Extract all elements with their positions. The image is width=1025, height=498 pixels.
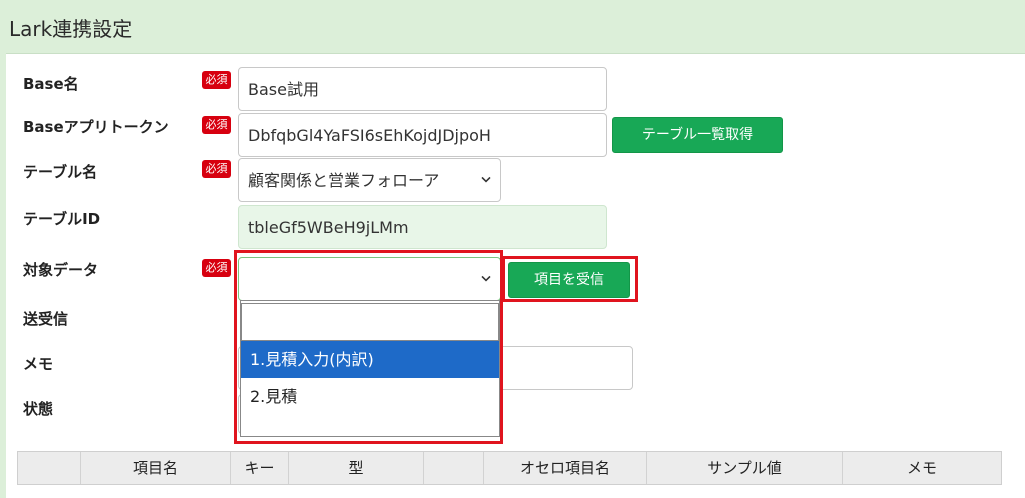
base-name-label: Base名 bbox=[23, 75, 79, 93]
table-id-label: テーブルID bbox=[23, 210, 101, 228]
table-name-label: テーブル名 bbox=[23, 163, 98, 181]
target-data-label: 対象データ bbox=[23, 261, 99, 279]
required-badge: 必須 bbox=[202, 116, 231, 134]
send-receive-label: 送受信 bbox=[23, 310, 69, 328]
memo-label: メモ bbox=[23, 355, 54, 373]
column-header-blank bbox=[424, 452, 484, 484]
page-title: Lark連携設定 bbox=[9, 17, 133, 41]
base-token-input[interactable]: DbfqbGl4YaFSI6sEhKojdJDjpoH bbox=[238, 113, 607, 157]
required-badge: 必須 bbox=[202, 71, 231, 89]
highlight-box-target-data bbox=[234, 250, 503, 444]
table-id-field: tbleGf5WBeH9jLMm bbox=[238, 205, 607, 249]
fields-table-header: 項目名 キー 型 オセロ項目名 サンプル値 メモ bbox=[17, 451, 1002, 485]
base-name-input[interactable]: Base試用 bbox=[238, 67, 607, 111]
base-token-label: Baseアプリトークン bbox=[23, 118, 169, 136]
fetch-table-list-button[interactable]: テーブル一覧取得 bbox=[612, 117, 783, 153]
column-header-othello-item-name: オセロ項目名 bbox=[484, 452, 647, 484]
table-name-selected-value: 顧客関係と営業フォローア bbox=[248, 171, 440, 190]
required-badge: 必須 bbox=[202, 259, 231, 277]
status-label: 状態 bbox=[23, 400, 54, 418]
table-name-select[interactable]: 顧客関係と営業フォローア bbox=[238, 158, 501, 202]
chevron-down-icon bbox=[481, 176, 491, 183]
column-header-type: 型 bbox=[289, 452, 424, 484]
column-header-select bbox=[18, 452, 81, 484]
page-header: Lark連携設定 bbox=[0, 0, 1025, 54]
column-header-memo: メモ bbox=[906, 459, 937, 477]
required-badge: 必須 bbox=[202, 160, 231, 178]
left-accent-bar bbox=[0, 53, 6, 498]
highlight-box-receive-button bbox=[502, 256, 638, 302]
column-header-key: キー bbox=[231, 452, 289, 484]
column-header-item-name: 項目名 bbox=[81, 452, 231, 484]
column-header-sample-value: サンプル値 bbox=[647, 452, 843, 484]
